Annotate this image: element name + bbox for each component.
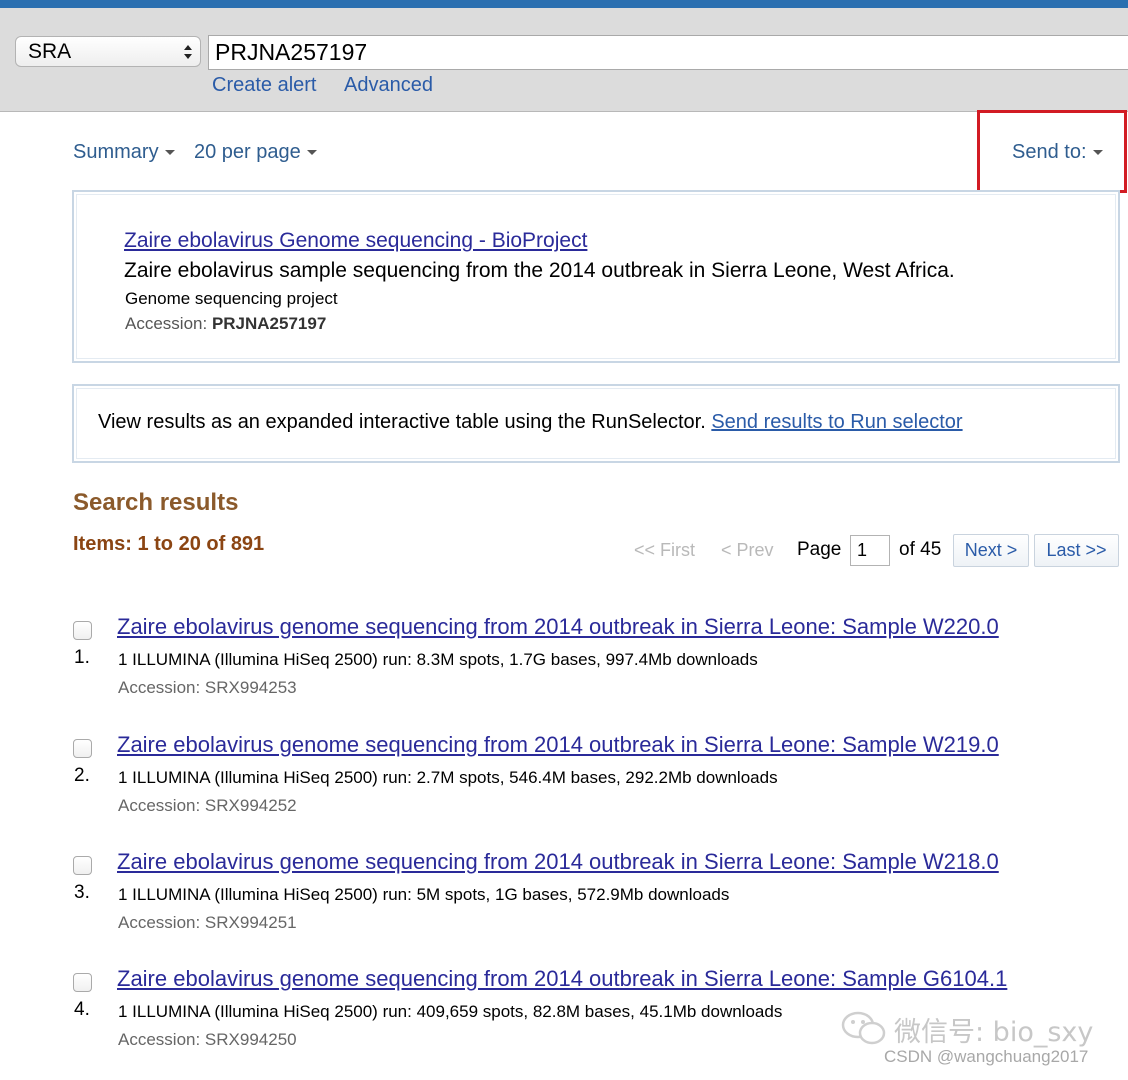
select-arrows-icon <box>184 45 192 59</box>
page-number-input[interactable] <box>850 535 890 566</box>
create-alert-link[interactable]: Create alert <box>212 74 317 97</box>
first-page-link[interactable]: << First <box>634 540 695 561</box>
page-label: Page <box>797 539 842 560</box>
result-accession: Accession: SRX994252 <box>118 796 297 815</box>
page-total: of 45 <box>899 539 942 560</box>
prev-page-link[interactable]: < Prev <box>721 540 774 561</box>
next-page-button[interactable]: Next > <box>953 534 1029 567</box>
result-number: 3. <box>74 882 90 903</box>
runselector-text: View results as an expanded interactive … <box>98 411 963 433</box>
wechat-logo-icon <box>841 1011 886 1045</box>
result-title-link[interactable]: Zaire ebolavirus genome sequencing from … <box>117 849 999 875</box>
wechat-watermark: 微信号: bio_sxy <box>894 1017 1094 1048</box>
csdn-watermark: CSDN @wangchuang2017 <box>884 1047 1089 1066</box>
search-bar: SRA Create alert Advanced <box>0 8 1128 112</box>
results-count: Items: 1 to 20 of 891 <box>73 533 265 555</box>
result-number: 1. <box>74 647 90 668</box>
result-accession: Accession: SRX994253 <box>118 678 297 697</box>
database-select[interactable]: SRA <box>15 36 201 67</box>
result-checkbox[interactable] <box>73 739 92 758</box>
advanced-search-link[interactable]: Advanced <box>344 74 433 97</box>
runselector-link[interactable]: Send results to Run selector <box>711 411 962 433</box>
bioproject-accession-value: PRJNA257197 <box>211 314 327 333</box>
bioproject-title-link[interactable]: Zaire ebolavirus Genome sequencing - Bio… <box>124 229 587 253</box>
result-title-link[interactable]: Zaire ebolavirus genome sequencing from … <box>117 614 999 640</box>
result-number: 4. <box>74 999 90 1020</box>
last-page-button[interactable]: Last >> <box>1034 534 1119 567</box>
send-to-highlight-box <box>977 110 1127 193</box>
display-format-menu[interactable]: Summary <box>73 141 175 164</box>
search-results-heading: Search results <box>73 489 239 516</box>
result-checkbox[interactable] <box>73 973 92 992</box>
caret-down-icon <box>306 150 317 156</box>
result-accession: Accession: SRX994251 <box>118 913 297 932</box>
search-input[interactable] <box>208 35 1128 70</box>
result-title-link[interactable]: Zaire ebolavirus genome sequencing from … <box>117 732 999 758</box>
result-description: 1 ILLUMINA (Illumina HiSeq 2500) run: 5M… <box>118 885 730 904</box>
result-number: 2. <box>74 765 90 786</box>
result-description: 1 ILLUMINA (Illumina HiSeq 2500) run: 8.… <box>118 650 758 669</box>
display-format-label: Summary <box>73 141 159 163</box>
bioproject-accession: Accession: PRJNA257197 <box>125 314 327 333</box>
result-checkbox[interactable] <box>73 856 92 875</box>
top-accent-bar <box>0 0 1128 8</box>
result-checkbox[interactable] <box>73 621 92 640</box>
bioproject-description: Zaire ebolavirus sample sequencing from … <box>124 259 955 282</box>
result-item: 2. Zaire ebolavirus genome sequencing fr… <box>0 732 1128 832</box>
bioproject-type: Genome sequencing project <box>125 289 338 308</box>
result-item: 1. Zaire ebolavirus genome sequencing fr… <box>0 614 1128 714</box>
database-select-value: SRA <box>28 40 72 63</box>
result-description: 1 ILLUMINA (Illumina HiSeq 2500) run: 2.… <box>118 768 778 787</box>
result-item: 3. Zaire ebolavirus genome sequencing fr… <box>0 849 1128 949</box>
result-accession: Accession: SRX994250 <box>118 1030 297 1049</box>
caret-down-icon <box>164 150 175 156</box>
result-title-link[interactable]: Zaire ebolavirus genome sequencing from … <box>117 966 1007 992</box>
result-description: 1 ILLUMINA (Illumina HiSeq 2500) run: 40… <box>118 1002 783 1021</box>
per-page-label: 20 per page <box>194 141 301 163</box>
per-page-menu[interactable]: 20 per page <box>194 141 317 164</box>
